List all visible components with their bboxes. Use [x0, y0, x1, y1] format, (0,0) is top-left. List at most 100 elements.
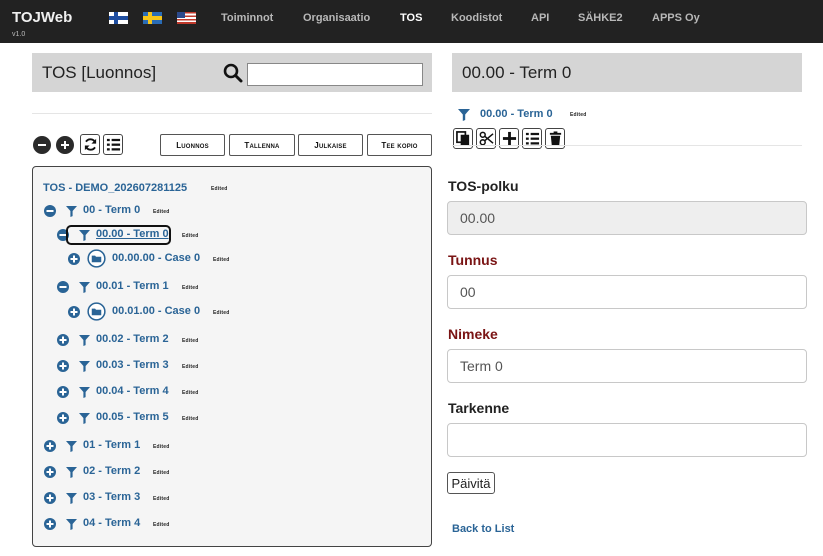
tos-path-field: 00.00 — [447, 201, 807, 235]
publish-button[interactable]: Julkaise — [298, 134, 363, 156]
folder-icon — [87, 249, 106, 268]
us-flag-icon[interactable] — [177, 12, 196, 24]
page-title: TOS [Luonnos] — [42, 63, 157, 82]
specifier-label: Tarkenne — [448, 400, 510, 416]
filter-icon — [79, 387, 90, 398]
collapse-all-icon[interactable] — [33, 136, 51, 154]
back-to-list-link[interactable]: Back to List — [452, 523, 514, 535]
tree-node-label[interactable]: 02 - Term 2 — [83, 465, 140, 477]
nav-apps-oy[interactable]: APPS Oy — [652, 12, 700, 24]
breadcrumb[interactable]: 00.00 - Term 0 — [480, 108, 553, 120]
nav-koodistot[interactable]: Koodistot — [451, 12, 502, 24]
specifier-field[interactable] — [447, 423, 807, 457]
folder-icon — [87, 302, 106, 321]
nav-sahke2[interactable]: SÄHKE2 — [578, 12, 623, 24]
tree-node: 02 - Term 2 Edited — [33, 465, 431, 483]
expand-icon[interactable] — [68, 253, 80, 265]
update-button[interactable]: Päivitä — [447, 472, 495, 494]
tree-node-label[interactable]: 00.05 - Term 5 — [96, 411, 169, 423]
edited-badge: Edited — [213, 310, 230, 316]
tree-node: 00.01 - Term 1 Edited — [33, 280, 431, 298]
tree-node: 00.01.00 - Case 0 Edited — [33, 302, 431, 323]
edited-badge: Edited — [211, 186, 228, 192]
nav-organisaatio[interactable]: Organisaatio — [303, 12, 370, 24]
divider — [452, 145, 802, 146]
tree-node: 00.00.00 - Case 0 Edited — [33, 249, 431, 270]
filter-icon — [66, 493, 77, 504]
filter-icon — [66, 519, 77, 530]
edited-badge: Edited — [153, 470, 170, 476]
nav-tos[interactable]: TOS — [400, 12, 422, 24]
tree-node-label[interactable]: 00.00.00 - Case 0 — [112, 252, 200, 264]
edited-badge: Edited — [570, 112, 587, 118]
make-copy-button[interactable]: Tee kopio — [367, 134, 432, 156]
collapse-icon[interactable] — [44, 205, 56, 217]
swedish-flag-icon[interactable] — [143, 12, 162, 24]
expand-icon[interactable] — [44, 518, 56, 530]
tree-node-label[interactable]: 00.01.00 - Case 0 — [112, 305, 200, 317]
tos-tree: TOS - DEMO_202607281125 Edited 00 - Term… — [32, 166, 432, 547]
edited-badge: Edited — [153, 522, 170, 528]
collapse-icon[interactable] — [57, 281, 69, 293]
edited-badge: Edited — [153, 496, 170, 502]
filter-icon — [79, 282, 90, 293]
tree-node-label[interactable]: 04 - Term 4 — [83, 517, 140, 529]
detail-header: 00.00 - Term 0 — [452, 53, 802, 92]
search-input[interactable] — [247, 63, 423, 86]
expand-icon[interactable] — [68, 306, 80, 318]
expand-icon[interactable] — [57, 412, 69, 424]
list-icon[interactable] — [103, 134, 123, 155]
expand-icon[interactable] — [44, 492, 56, 504]
tree-node-label[interactable]: 00.04 - Term 4 — [96, 385, 169, 397]
name-field[interactable]: Term 0 — [447, 349, 807, 383]
tree-node-label[interactable]: 00.01 - Term 1 — [96, 280, 169, 292]
nav-toiminnot[interactable]: Toiminnot — [221, 12, 273, 24]
tos-header: TOS [Luonnos] — [32, 53, 432, 92]
code-label: Tunnus — [448, 252, 498, 268]
expand-icon[interactable] — [57, 360, 69, 372]
tree-node-label[interactable]: 00.02 - Term 2 — [96, 333, 169, 345]
expand-icon[interactable] — [44, 466, 56, 478]
tree-node: 00.03 - Term 3 Edited — [33, 359, 431, 377]
edited-badge: Edited — [182, 364, 199, 370]
edited-badge: Edited — [182, 233, 199, 239]
draft-button[interactable]: Luonnos — [160, 134, 225, 156]
filter-icon — [66, 206, 77, 217]
tree-node: 00 - Term 0 Edited — [33, 204, 431, 222]
edited-badge: Edited — [182, 390, 199, 396]
detail-title: 00.00 - Term 0 — [462, 63, 572, 82]
tree-node: 03 - Term 3 Edited — [33, 491, 431, 509]
edited-badge: Edited — [213, 257, 230, 263]
filter-icon — [66, 441, 77, 452]
tree-node-label[interactable]: 00.00 - Term 0 — [96, 228, 169, 240]
edited-badge: Edited — [182, 416, 199, 422]
tree-node-label[interactable]: 00.03 - Term 3 — [96, 359, 169, 371]
edited-badge: Edited — [153, 209, 170, 215]
code-field[interactable]: 00 — [447, 275, 807, 309]
edited-badge: Edited — [182, 285, 199, 291]
tos-path-label: TOS-polku — [448, 178, 519, 194]
filter-icon — [79, 335, 90, 346]
tree-node: 00.05 - Term 5 Edited — [33, 411, 431, 429]
tree-node: 00.00 - Term 0 Edited — [33, 225, 431, 246]
filter-icon — [79, 361, 90, 372]
tree-node-label[interactable]: 00 - Term 0 — [83, 204, 140, 216]
save-button[interactable]: Tallenna — [229, 134, 295, 156]
tree-root-label[interactable]: TOS - DEMO_202607281125 — [43, 182, 187, 194]
nav-api[interactable]: API — [531, 12, 549, 24]
search-icon[interactable] — [223, 63, 243, 83]
expand-icon[interactable] — [57, 386, 69, 398]
expand-all-icon[interactable] — [56, 136, 74, 154]
finnish-flag-icon[interactable] — [109, 12, 128, 24]
expand-icon[interactable] — [44, 440, 56, 452]
tree-node: 01 - Term 1 Edited — [33, 439, 431, 457]
refresh-icon[interactable] — [80, 134, 100, 155]
expand-icon[interactable] — [57, 334, 69, 346]
tree-node-label[interactable]: 01 - Term 1 — [83, 439, 140, 451]
divider — [32, 113, 432, 114]
top-navbar: TOJWeb v1.0 Toiminnot Organisaatio TOS K… — [0, 0, 823, 43]
filter-icon — [458, 109, 470, 121]
brand-logo[interactable]: TOJWeb — [12, 9, 72, 26]
tree-node-label[interactable]: 03 - Term 3 — [83, 491, 140, 503]
tree-node: 00.02 - Term 2 Edited — [33, 333, 431, 351]
